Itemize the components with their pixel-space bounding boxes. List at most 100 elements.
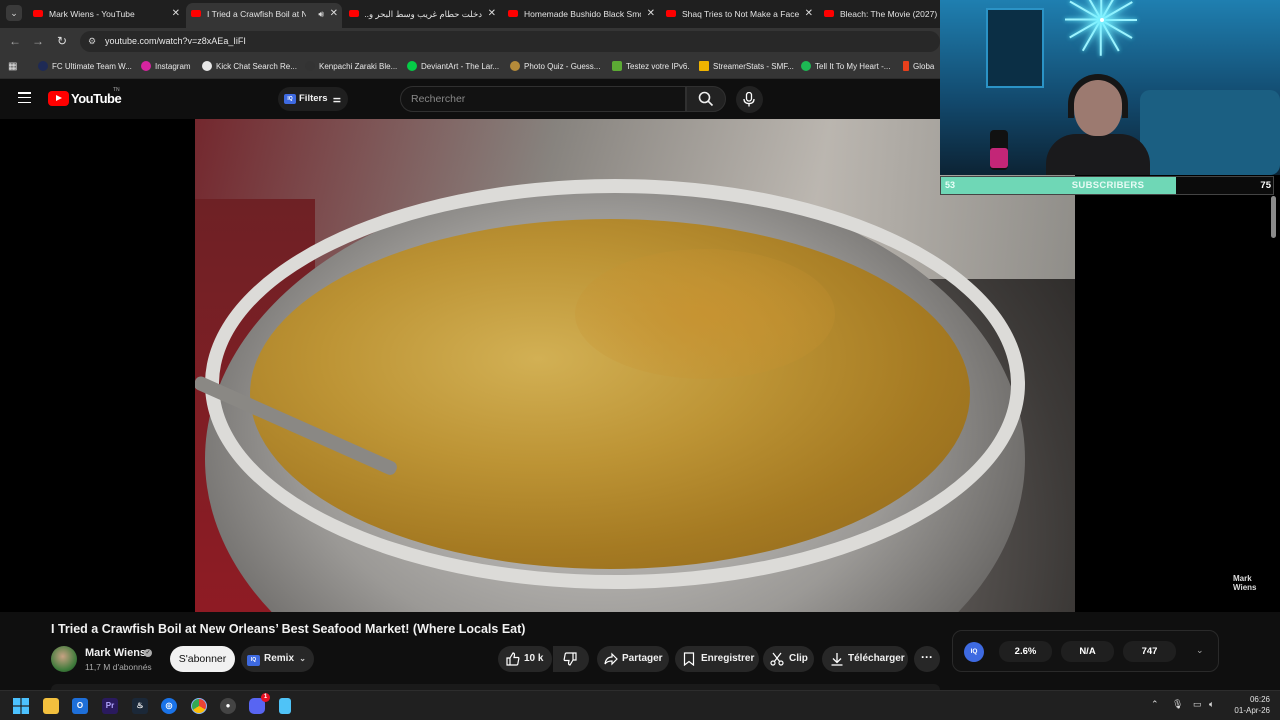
system-clock[interactable]: 06:26 01-Apr-26 bbox=[1226, 694, 1270, 716]
subscriber-count: 11,7 M d'abonnés bbox=[85, 662, 152, 672]
watermark-line: Mark bbox=[1233, 574, 1252, 583]
notepad-icon[interactable] bbox=[279, 698, 291, 714]
clip-button[interactable]: Clip bbox=[763, 646, 814, 672]
browser-tab[interactable]: دخلت حطام غريب وسط البحر و... ✕ bbox=[344, 4, 500, 24]
channel-name[interactable]: Mark Wiens bbox=[85, 647, 146, 659]
youtube-favicon-icon bbox=[666, 10, 676, 17]
close-tab-icon[interactable]: ✕ bbox=[172, 4, 180, 24]
clock-date: 01-Apr-26 bbox=[1234, 706, 1270, 715]
clock-time: 06:26 bbox=[1249, 695, 1270, 704]
bookmark-favicon-icon bbox=[612, 61, 622, 71]
thumbs-down-icon bbox=[563, 652, 577, 666]
bookmark-label: Testez votre IPv6. bbox=[626, 62, 690, 71]
bookmark-item[interactable]: DeviantArt - The Lar... bbox=[407, 59, 499, 74]
iq-stat: 2.6% bbox=[999, 641, 1052, 662]
bookmark-item[interactable]: Kenpachi Zaraki Ble... bbox=[305, 59, 397, 74]
search-input[interactable]: Rechercher bbox=[400, 86, 686, 112]
scissors-icon bbox=[770, 652, 784, 666]
subscribe-button[interactable]: S'abonner bbox=[170, 646, 235, 672]
site-info-icon[interactable]: ⚙ bbox=[88, 31, 96, 52]
close-tab-icon[interactable]: ✕ bbox=[330, 3, 338, 25]
file-explorer-icon[interactable] bbox=[43, 698, 59, 714]
bookmark-item[interactable]: Globa bbox=[903, 59, 934, 74]
browser-tab[interactable]: Homemade Bushido Black Smo ✕ bbox=[503, 4, 659, 24]
browser-tab[interactable]: Mark Wiens - YouTube ✕ bbox=[28, 4, 184, 24]
deviantart-icon bbox=[407, 61, 417, 71]
youtube-favicon-icon bbox=[191, 10, 201, 17]
bookmark-item[interactable]: StreamerStats - SMF... bbox=[699, 59, 794, 74]
volume-icon[interactable]: 🔈︎ bbox=[1209, 699, 1214, 710]
tab-title: Mark Wiens - YouTube bbox=[49, 9, 135, 19]
browser-tab[interactable]: Shaq Tries to Not Make a Face ✕ bbox=[661, 4, 817, 24]
premiere-pro-icon[interactable]: Pr bbox=[102, 698, 118, 714]
close-tab-icon[interactable]: ✕ bbox=[488, 4, 496, 24]
bookmark-favicon-icon bbox=[699, 61, 709, 71]
network-icon[interactable]: ▭ bbox=[1193, 699, 1202, 710]
remix-button[interactable]: IQ Remix ⌄ bbox=[241, 646, 314, 672]
discord-icon[interactable]: 1 bbox=[249, 693, 270, 714]
logo-country-code: TN bbox=[113, 87, 120, 93]
browser-tab-active[interactable]: I Tried a Crawfish Boil at New 🔊︎ ✕ bbox=[186, 3, 342, 28]
lamp-light bbox=[1100, 18, 1104, 22]
youtube-favicon-icon bbox=[508, 10, 518, 17]
bookmark-item[interactable]: FC Ultimate Team W... bbox=[38, 59, 132, 74]
tab-title: Shaq Tries to Not Make a Face bbox=[682, 9, 799, 19]
chevron-down-icon[interactable]: ⌄ bbox=[1196, 645, 1204, 656]
outlook-icon[interactable]: O bbox=[72, 698, 88, 714]
youtube-header: YouTube TN IQ Filters ⚌ Rechercher bbox=[0, 79, 940, 119]
voice-search-button[interactable] bbox=[736, 86, 763, 113]
tab-title: دخلت حطام غريب وسط البحر و... bbox=[365, 9, 482, 19]
bookmark-label: Globa bbox=[913, 62, 935, 71]
dislike-button[interactable] bbox=[553, 646, 589, 672]
microphone-tray-icon[interactable]: 🎙︎ bbox=[1172, 699, 1183, 710]
iq-logo-icon[interactable]: IQ bbox=[964, 642, 984, 662]
bookmark-favicon-icon bbox=[510, 61, 520, 71]
chevron-up-icon[interactable]: ⌃ bbox=[1151, 699, 1159, 710]
windows-logo-icon bbox=[13, 698, 29, 714]
close-tab-icon[interactable]: ✕ bbox=[805, 4, 813, 24]
video-info: I Tried a Crawfish Boil at New Orleans’ … bbox=[0, 612, 1280, 690]
bookmark-label: Tell It To My Heart -... bbox=[815, 62, 891, 71]
bookmark-item[interactable]: Photo Quiz - Guess... bbox=[510, 59, 600, 74]
windows-start-icon[interactable] bbox=[13, 698, 29, 714]
chrome-icon[interactable] bbox=[191, 698, 207, 714]
bookmark-favicon-icon bbox=[305, 61, 315, 71]
reload-icon[interactable]: ↻ bbox=[53, 32, 71, 50]
browser-tab[interactable]: Bleach: The Movie (2027) | B bbox=[819, 4, 940, 24]
steam-icon[interactable]: ♨ bbox=[132, 698, 148, 714]
verified-icon: ✓ bbox=[144, 649, 152, 657]
close-tab-icon[interactable]: ✕ bbox=[647, 4, 655, 24]
notification-badge: 1 bbox=[261, 693, 270, 702]
save-label: Enregistrer bbox=[701, 653, 755, 664]
streamer-body bbox=[1046, 134, 1150, 175]
bookmark-item[interactable]: Tell It To My Heart -... bbox=[801, 59, 890, 74]
bookmark-item[interactable]: Kick Chat Search Re... bbox=[202, 59, 297, 74]
iq-stats-panel: IQ 2.6% N/A 747 ⌄ bbox=[952, 630, 1219, 672]
speaker-icon[interactable]: 🔊︎ bbox=[318, 3, 324, 25]
app-icon[interactable]: ◎ bbox=[161, 698, 177, 714]
bookmark-label: DeviantArt - The Lar... bbox=[421, 62, 500, 71]
page-scrollbar[interactable] bbox=[1271, 196, 1276, 238]
channel-watermark[interactable]: Mark Wiens bbox=[1233, 574, 1257, 592]
download-button[interactable]: Télécharger bbox=[822, 646, 908, 672]
bookmark-item[interactable]: Testez votre IPv6. bbox=[612, 59, 690, 74]
forward-icon[interactable]: → bbox=[29, 32, 47, 50]
apps-grid-icon[interactable]: ▦ bbox=[8, 59, 17, 74]
save-button[interactable]: Enregistrer bbox=[675, 646, 759, 672]
tab-search-button[interactable]: ⌄ bbox=[6, 5, 22, 21]
channel-avatar[interactable] bbox=[51, 646, 77, 672]
menu-icon[interactable] bbox=[18, 92, 31, 104]
obs-icon[interactable]: ● bbox=[220, 698, 236, 714]
more-options-button[interactable]: ··· bbox=[914, 646, 940, 672]
address-bar[interactable]: ⚙ youtube.com/watch?v=z8xAEa_IiFI bbox=[80, 31, 940, 52]
back-icon[interactable]: ← bbox=[6, 32, 24, 50]
share-button[interactable]: Partager bbox=[597, 646, 669, 672]
pot-rim-image bbox=[205, 179, 1025, 589]
search-button[interactable] bbox=[686, 86, 726, 112]
sliders-icon: ⚌ bbox=[332, 94, 341, 104]
like-button[interactable]: 10 k bbox=[498, 646, 552, 672]
bookmark-label: Photo Quiz - Guess... bbox=[524, 62, 601, 71]
bookmark-item[interactable]: Instagram bbox=[141, 59, 191, 74]
filters-button[interactable]: IQ Filters ⚌ bbox=[278, 87, 348, 111]
instagram-icon bbox=[141, 61, 151, 71]
